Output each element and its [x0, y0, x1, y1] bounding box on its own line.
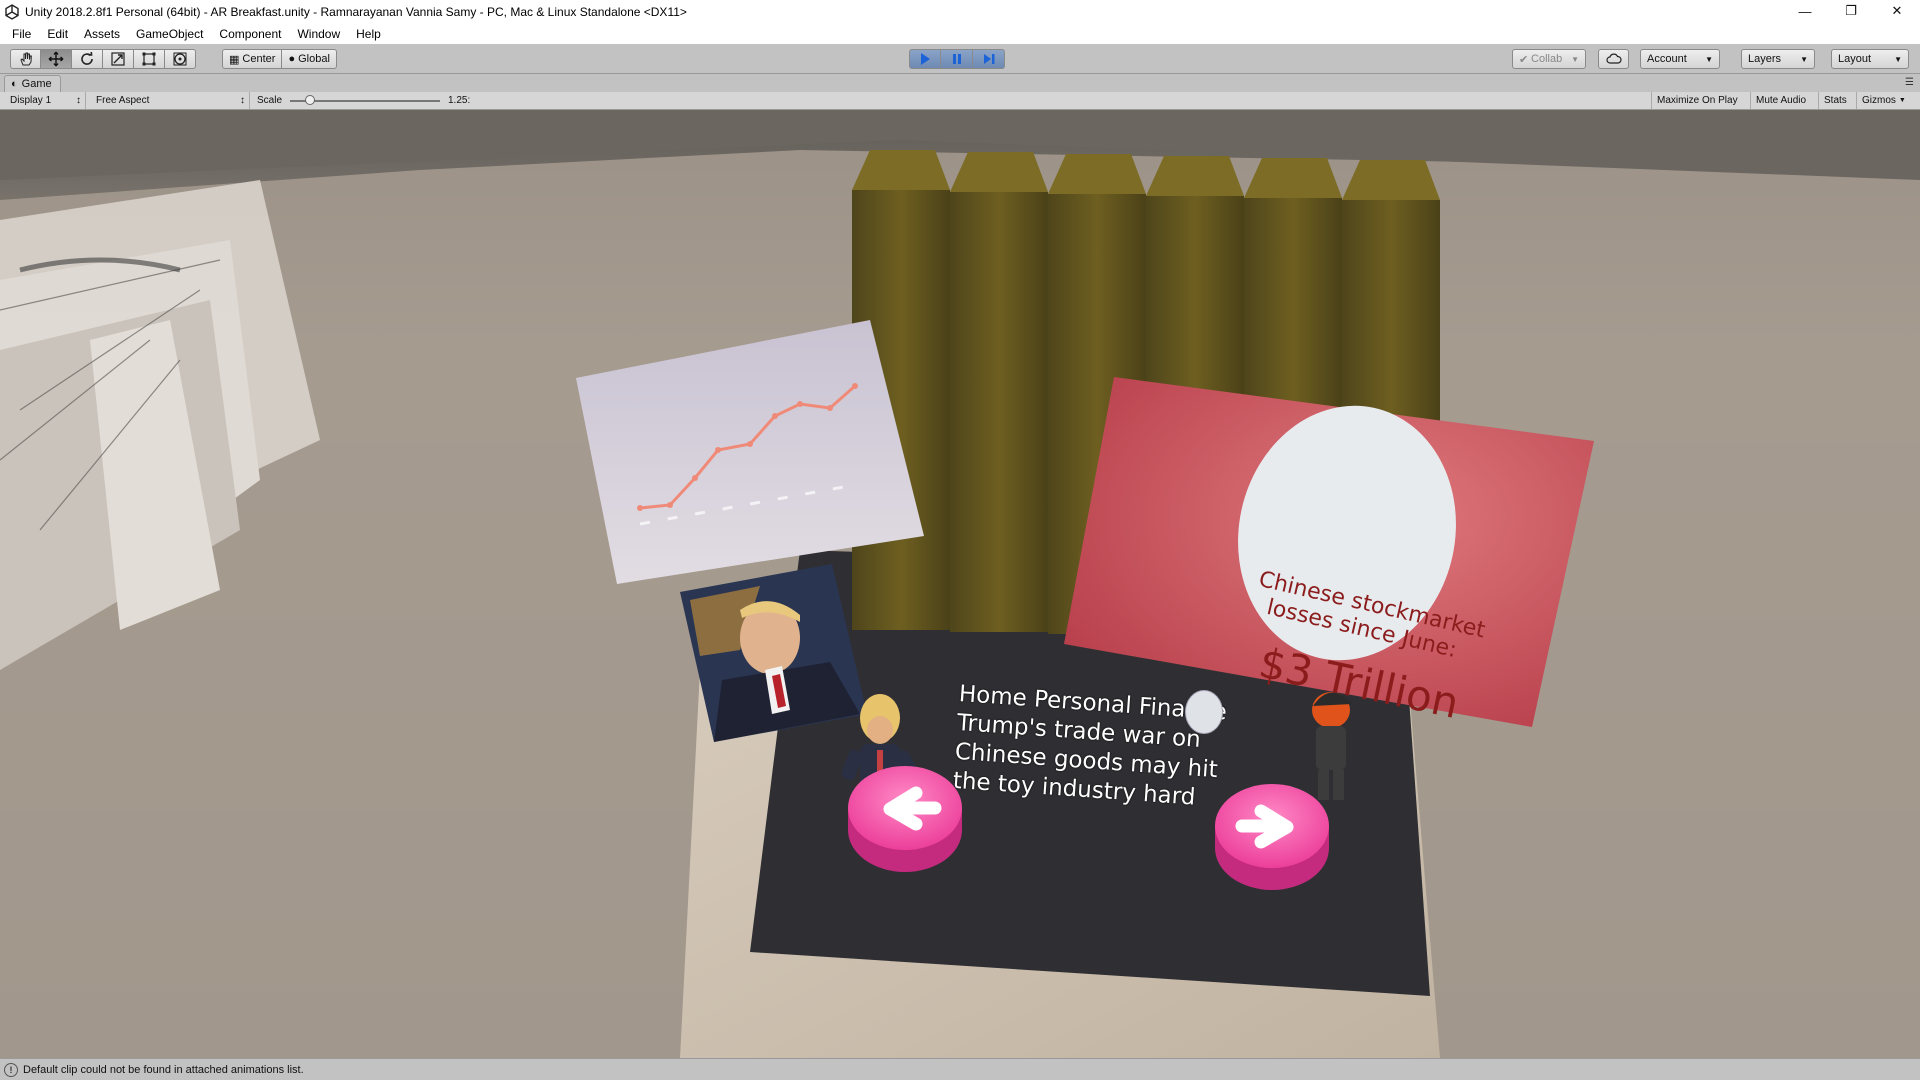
display-label: Display 1 — [10, 95, 52, 106]
cloud-icon — [1605, 53, 1622, 64]
rect-icon[interactable] — [134, 49, 165, 69]
menu-component[interactable]: Component — [211, 27, 289, 41]
window-title: Unity 2018.2.8f1 Personal (64bit) - AR B… — [25, 5, 687, 19]
info-icon: ! — [4, 1062, 18, 1077]
tab-menu-icon[interactable]: ☰ — [1905, 77, 1914, 88]
step-icon[interactable] — [973, 49, 1005, 69]
title-bar: Unity 2018.2.8f1 Personal (64bit) - AR B… — [0, 0, 1920, 24]
scale-icon[interactable] — [103, 49, 134, 69]
move-icon[interactable] — [41, 49, 72, 69]
layers-label: Layers — [1748, 53, 1782, 65]
aspect-dropdown[interactable]: Free Aspect ↕ — [92, 92, 250, 109]
restore-icon[interactable]: ❐ — [1828, 0, 1874, 22]
maximize-on-play-toggle[interactable]: Maximize On Play — [1651, 92, 1743, 109]
space-global-button[interactable]: ● Global — [282, 49, 337, 69]
account-label: Account — [1647, 53, 1687, 65]
chevron-down-icon: ▼ — [1571, 54, 1579, 64]
tab-game-label: Game — [21, 78, 52, 90]
layout-label: Layout — [1838, 53, 1872, 65]
aspect-label: Free Aspect — [96, 95, 150, 106]
menu-window[interactable]: Window — [289, 27, 348, 41]
mute-audio-toggle[interactable]: Mute Audio — [1750, 92, 1811, 109]
stats-toggle[interactable]: Stats — [1818, 92, 1852, 109]
tab-bar: ◐ Game ☰ — [0, 75, 1920, 92]
pivot-center-button[interactable]: ▦ Center — [222, 49, 283, 69]
card-badge — [1185, 690, 1223, 734]
pause-icon[interactable] — [941, 49, 973, 69]
chevron-down-icon: ▼ — [1800, 54, 1808, 64]
menu-file[interactable]: File — [4, 27, 39, 41]
scale-value: 1.25: — [448, 95, 471, 106]
layout-dropdown[interactable]: Layout ▼ — [1831, 49, 1909, 69]
display-dropdown[interactable]: Display 1 ↕ — [6, 92, 86, 109]
pivot-toggles: ▦ Center ● Global — [222, 49, 337, 69]
game-icon: ◐ — [11, 78, 18, 90]
mute-audio-label: Mute Audio — [1756, 95, 1807, 106]
play-controls — [909, 49, 1005, 69]
updown-icon: ↕ — [240, 95, 245, 106]
menu-gameobject[interactable]: GameObject — [128, 27, 211, 41]
chevron-down-icon: ▼ — [1898, 97, 1906, 104]
menu-edit[interactable]: Edit — [39, 27, 76, 41]
cloud-button[interactable] — [1598, 49, 1629, 69]
account-dropdown[interactable]: Account ▼ — [1640, 49, 1720, 69]
tab-game[interactable]: ◐ Game — [4, 75, 61, 92]
transform-tools — [10, 49, 196, 69]
menu-help[interactable]: Help — [348, 27, 389, 41]
chevron-down-icon: ▼ — [1705, 54, 1713, 64]
minimize-icon[interactable]: — — [1782, 0, 1828, 22]
close-icon[interactable]: ✕ — [1874, 0, 1920, 22]
globe-icon: ● — [288, 53, 296, 65]
menu-assets[interactable]: Assets — [76, 27, 128, 41]
hand-icon[interactable] — [10, 49, 41, 69]
pivot-label: Center — [242, 53, 276, 65]
space-label: Global — [298, 53, 330, 65]
scale-slider-thumb[interactable] — [304, 95, 315, 105]
rotate-icon[interactable] — [72, 49, 103, 69]
transform-icon[interactable] — [165, 49, 196, 69]
pivot-icon: ▦ — [229, 53, 240, 66]
menu-bar: File Edit Assets GameObject Component Wi… — [0, 24, 1920, 44]
status-message[interactable]: Default clip could not be found in attac… — [23, 1064, 304, 1076]
game-view-toolbar: Display 1 ↕ Free Aspect ↕ Scale 1.25: Ma… — [0, 92, 1920, 110]
maximize-on-play-label: Maximize On Play — [1657, 95, 1738, 106]
main-toolbar: ▦ Center ● Global ✔ Collab ▼ Account ▼ L… — [0, 44, 1920, 74]
previous-button[interactable] — [848, 766, 962, 872]
collab-dropdown[interactable]: ✔ Collab ▼ — [1512, 49, 1586, 69]
collab-check-icon: ✔ — [1519, 53, 1529, 66]
gizmos-label: Gizmos — [1862, 95, 1896, 106]
stats-label: Stats — [1824, 95, 1847, 106]
scale-label: Scale — [257, 95, 283, 106]
game-view[interactable]: Home Personal Finance Trump's trade war … — [0, 110, 1920, 1058]
unity-icon — [5, 4, 19, 20]
status-bar: ! Default clip could not be found in att… — [0, 1058, 1920, 1080]
chevron-down-icon: ▼ — [1894, 54, 1902, 64]
updown-icon: ↕ — [76, 95, 81, 106]
layers-dropdown[interactable]: Layers ▼ — [1741, 49, 1815, 69]
collab-label: Collab — [1531, 53, 1563, 65]
play-icon[interactable] — [909, 49, 941, 69]
gizmos-dropdown[interactable]: Gizmos ▼ — [1856, 92, 1911, 109]
ar-scene — [0, 110, 1920, 1058]
